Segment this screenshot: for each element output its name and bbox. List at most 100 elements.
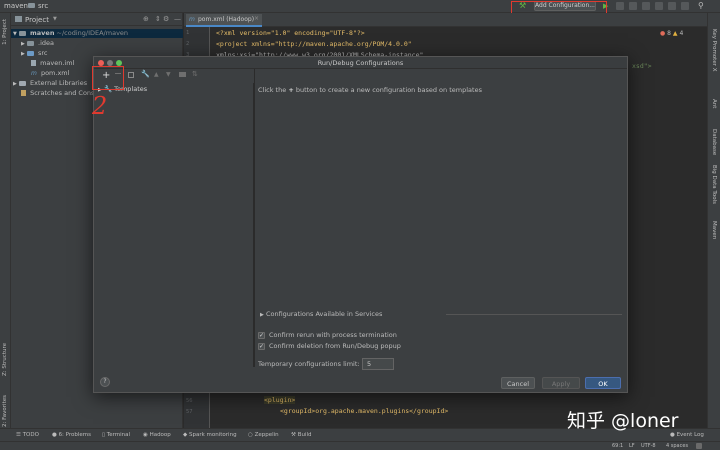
tree-item-external-libraries[interactable]: ▶ External Libraries — [13, 79, 87, 88]
locate-icon[interactable]: ⊕ — [143, 15, 149, 23]
tab-favorites[interactable]: 2: Favorites — [2, 395, 8, 427]
tree-item-idea[interactable]: ▶ .idea — [21, 39, 54, 48]
project-view-selector[interactable]: Project — [25, 16, 49, 24]
temp-limit-input[interactable]: 5 — [362, 358, 394, 370]
tree-item-maven[interactable]: ▼ maven ~/coding/IDEA/maven — [11, 29, 183, 38]
tab-terminal[interactable]: ▯ Terminal — [102, 432, 130, 438]
debug-icon[interactable] — [616, 2, 624, 10]
left-tool-strip: 1: Project Z: Structure 2: Favorites — [0, 13, 11, 428]
editor-tab-pom[interactable]: m pom.xml (Hadoop) × — [186, 14, 262, 27]
file-encoding[interactable]: UTF-8 — [641, 443, 656, 449]
project-panel-header: Project ▼ ⊕ ⇕ ⚙ — — [11, 13, 183, 26]
right-tool-strip: Key Promoter X Ant Database Big Data Too… — [707, 13, 720, 428]
empty-state-hint: Click the + button to create a new confi… — [258, 86, 482, 94]
line-separator[interactable]: LF — [629, 443, 635, 449]
confirm-deletion-checkbox[interactable]: ✓ — [258, 343, 265, 350]
dialog-splitter[interactable] — [254, 69, 255, 367]
breadcrumb-src[interactable]: src — [38, 2, 48, 10]
coverage-icon[interactable] — [629, 2, 637, 10]
tree-label: .idea — [38, 39, 54, 47]
tree-path: ~/coding/IDEA/maven — [56, 29, 129, 37]
close-icon[interactable]: × — [254, 15, 259, 22]
tab-build[interactable]: ⚒ Build — [291, 432, 312, 438]
tree-item-maven-iml[interactable]: maven.iml — [31, 59, 74, 68]
indent-setting[interactable]: 4 spaces — [666, 443, 688, 449]
tab-project[interactable]: 1: Project — [2, 19, 8, 45]
code-line[interactable]: <groupId>org.apache.maven.plugins</group… — [280, 407, 448, 415]
tab-structure[interactable]: Z: Structure — [2, 343, 8, 376]
collapse-arrow-icon: ▶ — [13, 81, 17, 87]
scratches-icon — [21, 90, 26, 96]
tree-label: External Libraries — [30, 79, 88, 87]
checkbox-label: Confirm deletion from Run/Debug popup — [269, 342, 401, 350]
ok-button[interactable]: OK — [585, 377, 621, 389]
run-debug-configurations-dialog: Run/Debug Configurations + 🔧 ▲ ▼ ⇅ ▶ 🔧 T… — [93, 56, 628, 393]
gear-icon[interactable]: ⚙ — [163, 15, 169, 23]
tab-spark-monitoring[interactable]: ◆ Spark monitoring — [183, 432, 237, 438]
chevron-down-icon[interactable]: ▼ — [53, 16, 57, 22]
error-icon: ● — [660, 30, 666, 37]
line-number: 56 — [186, 398, 193, 404]
configurations-tree: ▶ 🔧 Templates — [94, 83, 254, 367]
code-line[interactable]: <plugin> — [264, 396, 296, 404]
build-icon[interactable] — [668, 2, 676, 10]
line-number: 57 — [186, 409, 193, 415]
profile-icon[interactable] — [642, 2, 650, 10]
editor-tabs: m pom.xml (Hadoop) × — [184, 13, 707, 27]
folder-icon — [18, 30, 26, 36]
search-icon[interactable]: ⚲ — [698, 1, 704, 10]
tree-label: maven — [30, 29, 55, 37]
collapse-icon[interactable]: ⇕ — [155, 15, 161, 23]
tab-problems[interactable]: ● 6: Problems — [52, 432, 91, 438]
maven-file-icon: m — [189, 16, 195, 23]
tab-maven[interactable]: Maven — [711, 221, 717, 239]
dialog-title: Run/Debug Configurations — [317, 59, 404, 67]
tree-label: src — [38, 49, 48, 57]
folder-icon — [28, 3, 35, 8]
checkbox-label: Confirm rerun with process termination — [269, 331, 397, 339]
watermark-text: 知乎 @loner — [567, 410, 679, 432]
folder-icon[interactable] — [179, 72, 186, 77]
cancel-button[interactable]: Cancel — [501, 377, 535, 389]
inspection-widget[interactable]: ● 8 ▲ 4 — [660, 30, 683, 37]
code-line[interactable]: <?xml version="1.0" encoding="UTF-8"?> — [216, 29, 365, 37]
code-fragment[interactable]: xsd"> — [632, 62, 652, 70]
code-line[interactable]: <project xmlns="http://maven.apache.org/… — [216, 40, 412, 48]
move-up-icon[interactable]: ▲ — [154, 71, 159, 78]
collapse-arrow-icon: ▶ — [21, 51, 25, 57]
tab-key-promoter[interactable]: Key Promoter X — [711, 29, 717, 72]
help-button[interactable]: ? — [100, 377, 110, 387]
caret-position[interactable]: 69:1 — [612, 443, 623, 449]
tab-big-data-tools[interactable]: Big Data Tools — [711, 165, 717, 204]
wrench-icon[interactable]: 🔧 — [141, 70, 150, 78]
collapse-arrow-icon: ▶ — [260, 312, 264, 318]
tab-todo[interactable]: ☰ TODO — [16, 432, 39, 438]
dialog-titlebar: Run/Debug Configurations — [94, 57, 627, 69]
tree-item-src[interactable]: ▶ src — [21, 49, 48, 58]
tree-item-pom-xml[interactable]: m pom.xml — [31, 69, 69, 78]
move-down-icon[interactable]: ▼ — [166, 71, 171, 78]
project-view-icon — [15, 16, 22, 22]
tab-hadoop[interactable]: ◉ Hadoop — [143, 432, 171, 438]
services-label: Configurations Available in Services — [265, 310, 383, 318]
settings-icon[interactable] — [681, 2, 689, 10]
maven-file-icon: m — [31, 69, 37, 77]
file-icon — [31, 60, 36, 66]
temp-limit-label: Temporary configurations limit: — [258, 360, 360, 368]
library-icon — [18, 80, 26, 86]
folder-icon — [26, 50, 34, 56]
lock-icon[interactable] — [696, 443, 702, 449]
copy-icon[interactable] — [128, 72, 134, 78]
stop-icon[interactable] — [655, 2, 663, 10]
hide-icon[interactable]: — — [174, 15, 181, 23]
confirm-rerun-checkbox[interactable]: ✓ — [258, 332, 265, 339]
apply-button[interactable]: Apply — [542, 377, 580, 389]
sort-icon[interactable]: ⇅ — [192, 70, 198, 78]
tab-ant[interactable]: Ant — [711, 99, 717, 108]
error-count: 8 — [667, 30, 671, 37]
tab-zeppelin[interactable]: ○ Zeppelin — [248, 432, 279, 438]
tab-database[interactable]: Database — [711, 129, 717, 155]
breadcrumb-project[interactable]: maven — [4, 2, 28, 10]
services-section-toggle[interactable]: ▶ Configurations Available in Services — [260, 310, 382, 318]
tree-label: maven.iml — [40, 59, 75, 67]
